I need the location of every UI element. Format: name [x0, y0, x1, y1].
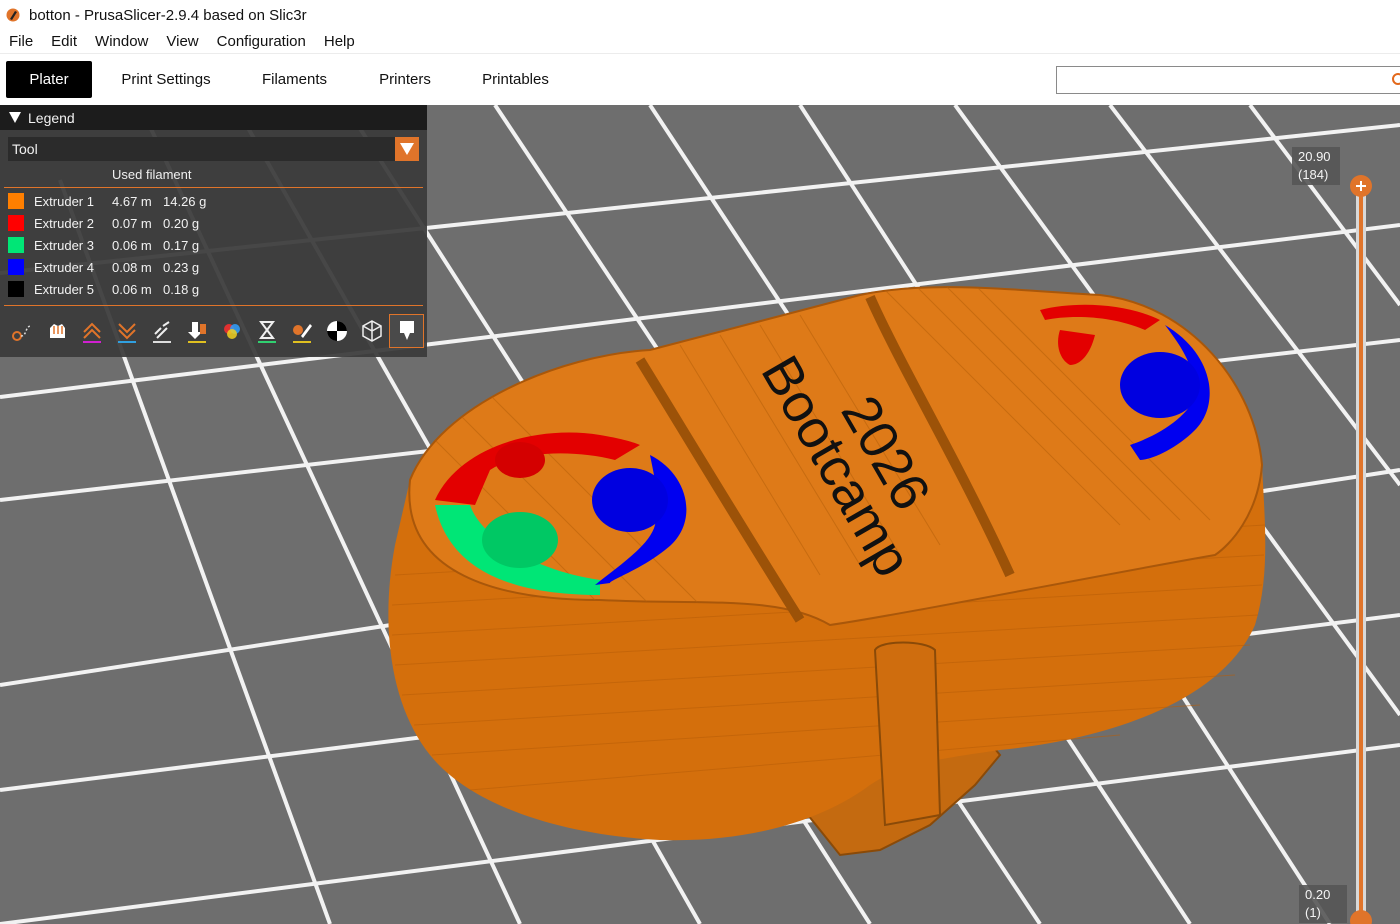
center-of-gravity-icon[interactable] [319, 314, 354, 348]
search-icon[interactable] [1392, 73, 1400, 85]
support-pillar [873, 641, 942, 827]
view-type-value: Tool [12, 141, 38, 157]
extruder-row: Extruder 5 0.06 m 0.18 g [8, 278, 199, 300]
plus-icon [1356, 181, 1366, 191]
shells-icon[interactable] [354, 314, 389, 348]
bottom-layer-number: (1) [1305, 905, 1321, 920]
menu-file[interactable]: File [0, 31, 42, 53]
extruder-length: 0.06 m [112, 281, 152, 297]
tab-filaments[interactable]: Filaments [246, 61, 343, 98]
extruder-weight: 0.18 g [163, 281, 200, 297]
tab-printers[interactable]: Printers [362, 61, 448, 98]
window-title: botton - PrusaSlicer-2.9.4 based on Slic… [29, 6, 307, 24]
extruder-length: 0.06 m [112, 237, 152, 253]
extruder-color-swatch[interactable] [8, 259, 24, 275]
tab-printables[interactable]: Printables [468, 61, 563, 98]
pause-prints-icon[interactable] [249, 314, 284, 348]
menu-help[interactable]: Help [315, 31, 364, 53]
seams-icon[interactable] [144, 314, 179, 348]
tab-plater[interactable]: Plater [6, 61, 92, 98]
extruder-weight: 0.17 g [163, 237, 200, 253]
layer-slider-top-label: 20.90 (184) [1292, 147, 1340, 185]
extruder-row: Extruder 1 4.67 m 14.26 g [8, 190, 206, 212]
extruder-weight: 0.23 g [163, 259, 200, 275]
tool-marker-icon[interactable] [389, 314, 424, 348]
view-type-select[interactable]: Tool [8, 137, 419, 161]
menu-window[interactable]: Window [86, 31, 157, 53]
menu-edit[interactable]: Edit [42, 31, 86, 53]
extruder-name: Extruder 1 [34, 193, 94, 209]
color-changes-icon[interactable] [214, 314, 249, 348]
extruder-weight: 0.20 g [163, 215, 200, 231]
extruder-color-swatch[interactable] [8, 215, 24, 231]
travel-icon[interactable] [4, 314, 39, 348]
extruder-row: Extruder 2 0.07 m 0.20 g [8, 212, 199, 234]
extruder-color-swatch[interactable] [8, 193, 24, 209]
legend-header[interactable]: Legend [0, 105, 427, 130]
layer-slider-top-thumb[interactable] [1350, 175, 1372, 197]
wipe-icon[interactable] [39, 314, 74, 348]
extruder-row: Extruder 4 0.08 m 0.23 g [8, 256, 199, 278]
menu-bar: File Edit Window View Configuration Help [0, 30, 1400, 54]
custom-gcodes-icon[interactable] [284, 314, 319, 348]
search-box[interactable] [1056, 66, 1400, 94]
extruder-length: 0.08 m [112, 259, 152, 275]
collapse-triangle-icon[interactable] [9, 112, 21, 123]
extruder-color-swatch[interactable] [8, 281, 24, 297]
tool-changes-icon[interactable] [179, 314, 214, 348]
prusaslicer-icon [6, 8, 20, 22]
title-bar: botton - PrusaSlicer-2.9.4 based on Slic… [0, 0, 1400, 30]
legend-divider [4, 305, 423, 306]
legend-toolbar [4, 314, 424, 350]
extruder-name: Extruder 5 [34, 281, 94, 297]
tab-bar: Plater Print Settings Filaments Printers… [0, 54, 1400, 105]
menu-view[interactable]: View [157, 31, 207, 53]
legend-panel: Legend Tool Used filament Extruder 1 4.6… [0, 105, 427, 357]
layer-slider-range [1359, 186, 1363, 924]
top-layer-number: (184) [1298, 167, 1329, 182]
layer-slider-bottom-label: 0.20 (1) [1299, 885, 1347, 923]
extruder-name: Extruder 3 [34, 237, 94, 253]
deretractions-icon[interactable] [109, 314, 144, 348]
extruder-length: 0.07 m [112, 215, 152, 231]
retractions-icon[interactable] [74, 314, 109, 348]
extruder-name: Extruder 2 [34, 215, 94, 231]
bottom-layer-height: 0.20 [1305, 887, 1331, 902]
dropdown-arrow-icon[interactable] [395, 137, 419, 161]
extruder-color-swatch[interactable] [8, 237, 24, 253]
menu-configuration[interactable]: Configuration [208, 31, 315, 53]
extruder-row: Extruder 3 0.06 m 0.17 g [8, 234, 199, 256]
extruder-weight: 14.26 g [163, 193, 207, 209]
tab-print-settings[interactable]: Print Settings [106, 61, 226, 98]
search-input[interactable] [1057, 67, 1377, 93]
legend-title: Legend [28, 109, 75, 126]
extruder-name: Extruder 4 [34, 259, 94, 275]
extruder-length: 4.67 m [112, 193, 152, 209]
used-filament-header: Used filament [112, 167, 192, 182]
top-layer-height: 20.90 [1298, 149, 1331, 164]
legend-divider [4, 187, 423, 188]
